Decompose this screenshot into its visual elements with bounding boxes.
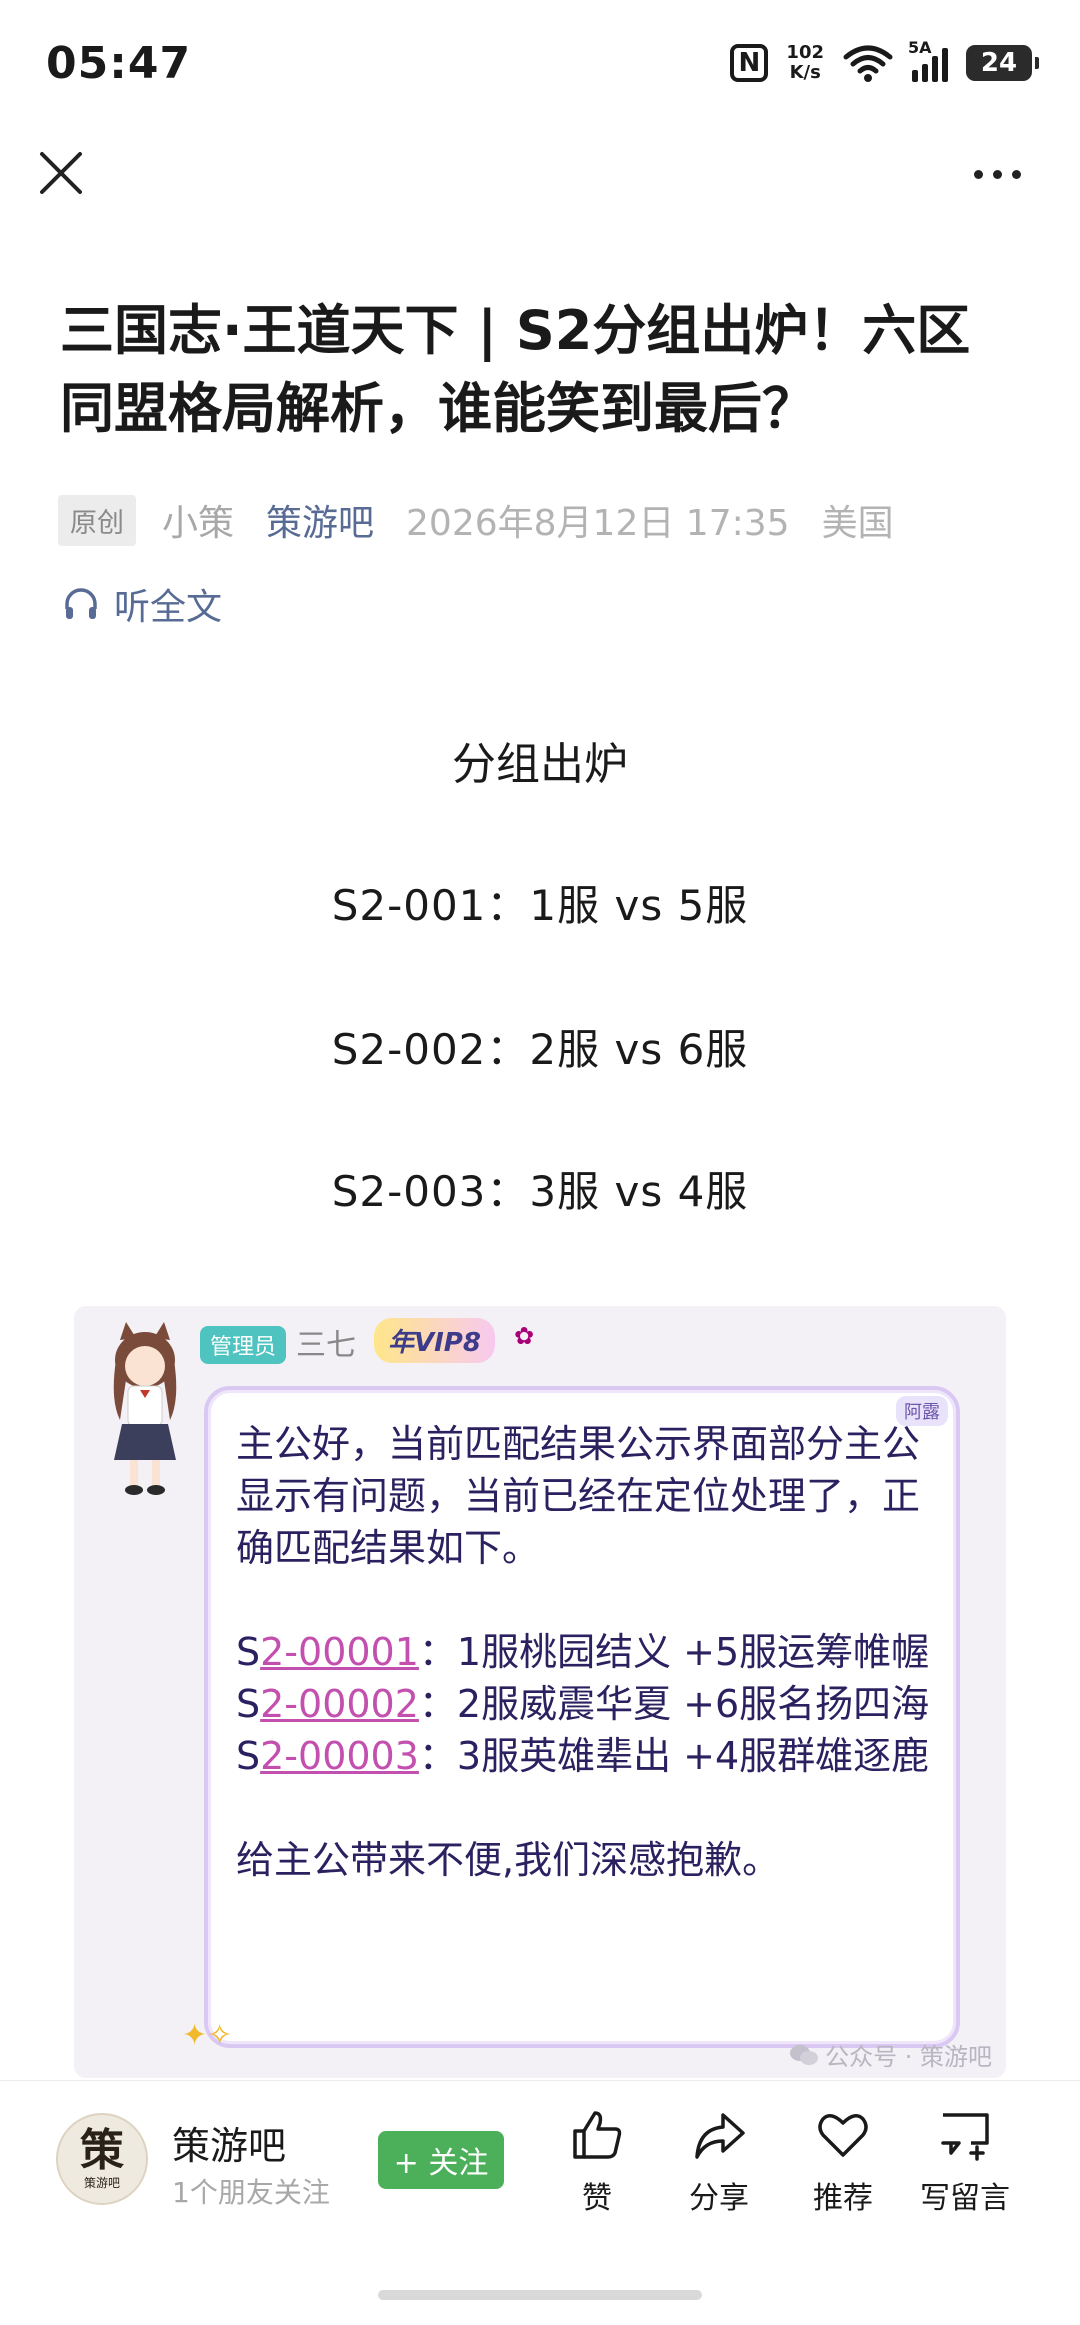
sparkle-icon: ✦✧ xyxy=(182,2018,233,2053)
watermark: 公众号 · 策游吧 xyxy=(789,2037,992,2072)
comment-label: 写留言 xyxy=(920,2181,1010,2216)
more-icon[interactable] xyxy=(974,160,1030,188)
follow-button[interactable]: + 关注 xyxy=(378,2131,504,2189)
result-code-1: 2-00001 xyxy=(260,1630,419,1674)
result-line-3: S2-00003：3服英雄辈出 +4服群雄逐鹿 xyxy=(236,1734,930,1778)
article-title: 三国志·王道天下 | S2分组出炉！六区同盟格局解析，谁能笑到最后？ xyxy=(60,299,971,440)
share-icon xyxy=(695,2113,745,2159)
network-type: 5A xyxy=(908,38,932,57)
status-time: 05:47 xyxy=(46,38,192,89)
author-name: 小策 xyxy=(162,503,235,544)
account-avatar[interactable]: 策 策游吧 xyxy=(56,2113,148,2205)
account-logo-sub: 策游吧 xyxy=(83,2175,120,2190)
battery-icon: 24 xyxy=(966,45,1039,81)
wechat-icon xyxy=(790,2044,819,2065)
group-line-2: S2-002：2服 vs 6服 xyxy=(331,1025,749,1074)
bubble-apology: 给主公带来不便,我们深感抱歉。 xyxy=(236,1838,781,1882)
recommend-button[interactable]: 推荐 xyxy=(788,2107,898,2217)
status-icons: N 102 K/s 5A 24 xyxy=(730,38,1039,88)
bubble-text: 主公好，当前匹配结果公示界面部分主公显示有问题，当前已经在定位处理了，正确匹配结… xyxy=(236,1418,936,1886)
account-name[interactable]: 策游吧 xyxy=(172,2115,286,2170)
like-label: 赞 xyxy=(582,2181,612,2216)
result-code-3: 2-00003 xyxy=(260,1734,419,1778)
account-link[interactable]: 策游吧 xyxy=(266,494,374,546)
wifi-icon xyxy=(843,45,893,82)
like-button[interactable]: 赞 xyxy=(542,2107,652,2217)
article-meta: 原创 小策 策游吧 2026年8月12日 17:35 美国 xyxy=(58,494,894,546)
embedded-chat-image[interactable]: 管理员 三七 年VIP8 ✿ 阿露 主公好，当前匹配结果公示界面部分主公显示有问… xyxy=(74,1306,1006,2078)
publish-date: 2026年8月12日 17:35 xyxy=(406,503,790,544)
heart-icon xyxy=(818,2114,868,2157)
listen-button[interactable]: 听全文 xyxy=(62,578,222,630)
vip-badge: 年VIP8 xyxy=(374,1318,495,1363)
admin-name: 三七 xyxy=(296,1328,356,1363)
vip-mascot-icon: ✿ xyxy=(514,1322,535,1350)
chat-bubble: 阿露 主公好，当前匹配结果公示界面部分主公显示有问题，当前已经在定位处理了，正确… xyxy=(204,1386,960,2048)
admin-avatar-figure xyxy=(113,1322,177,1495)
share-button[interactable]: 分享 xyxy=(664,2107,774,2217)
admin-role-badge: 管理员 xyxy=(200,1326,287,1364)
result-code-2: 2-00002 xyxy=(260,1682,419,1726)
original-badge: 原创 xyxy=(58,494,136,546)
friends-following: 1个朋友关注 xyxy=(172,2176,330,2209)
cell-signal-icon: 5A xyxy=(908,38,948,82)
watermark-text: 公众号 · 策游吧 xyxy=(825,2043,992,2071)
comment-button[interactable]: 写留言 xyxy=(910,2107,1020,2217)
section-title: 分组出炉 xyxy=(452,739,628,790)
share-label: 分享 xyxy=(689,2181,749,2216)
network-speed-value: 102 xyxy=(786,42,824,63)
status-bar: 05:47 N 102 K/s 5A 24 xyxy=(0,0,1080,128)
comment-icon xyxy=(941,2113,989,2161)
result-line-1: S2-00001：1服桃园结义 +5服运筹帷幄 xyxy=(236,1630,930,1674)
bubble-intro: 主公好，当前匹配结果公示界面部分主公显示有问题，当前已经在定位处理了，正确匹配结… xyxy=(236,1422,921,1570)
thumbs-up-icon xyxy=(573,2111,622,2159)
listen-label: 听全文 xyxy=(114,587,223,628)
bottom-bar: 策 策游吧 策游吧 1个朋友关注 + 关注 赞 分享 推荐 写留言 xyxy=(0,2080,1080,2325)
account-logo-text: 策 xyxy=(80,2124,124,2176)
home-indicator[interactable] xyxy=(378,2290,702,2300)
group-line-3: S2-003：3服 vs 4服 xyxy=(331,1167,749,1216)
group-line-1: S2-001：1服 vs 5服 xyxy=(331,881,749,930)
headphones-icon xyxy=(65,588,97,619)
recommend-label: 推荐 xyxy=(813,2181,873,2216)
result-line-2: S2-00002：2服威震华夏 +6服名扬四海 xyxy=(236,1682,930,1726)
close-icon[interactable] xyxy=(36,148,86,198)
nfc-icon: N xyxy=(730,44,769,82)
network-speed: 102 K/s xyxy=(786,43,824,83)
network-speed-unit: K/s xyxy=(789,62,821,83)
publish-location: 美国 xyxy=(821,503,894,544)
